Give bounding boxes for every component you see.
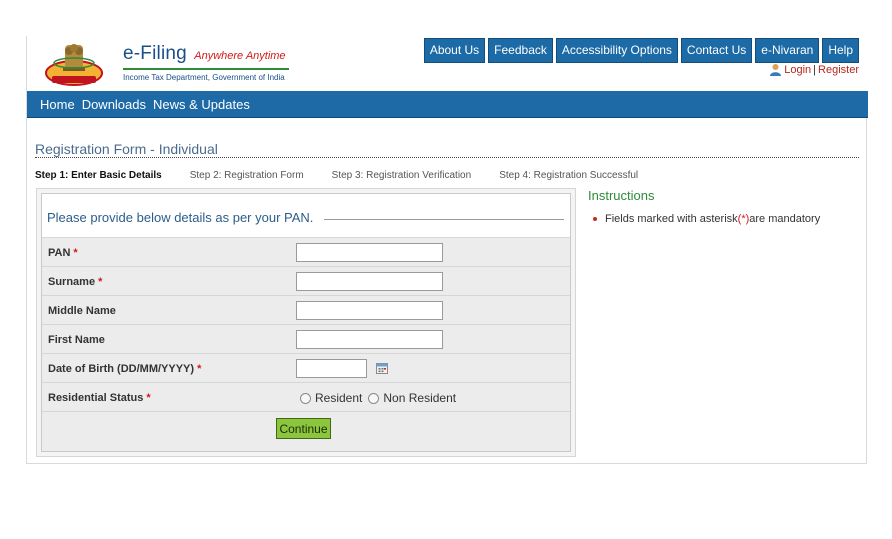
bullet-icon — [593, 217, 597, 221]
title-divider — [35, 157, 859, 158]
top-nav: About Us Feedback Accessibility Options … — [423, 38, 859, 63]
brand-title: e-Filing — [123, 43, 187, 64]
calendar-icon[interactable] — [376, 362, 388, 374]
resident-option[interactable]: Resident — [300, 391, 362, 405]
non-resident-option[interactable]: Non Resident — [368, 391, 456, 405]
form-actions: Continue — [42, 412, 570, 448]
instruction-marker: (*) — [737, 213, 750, 225]
non-resident-label: Non Resident — [383, 391, 457, 405]
top-nav-about-us[interactable]: About Us — [423, 38, 486, 63]
residential-status-label: Residential Status * — [48, 392, 151, 404]
step-3: Step 3: Registration Verification — [331, 170, 472, 181]
dob-label: Date of Birth (DD/MM/YYYY) * — [48, 363, 202, 375]
form-row-residential-status: Residential Status * Resident Non Residen… — [42, 383, 570, 412]
surname-input[interactable] — [296, 272, 443, 291]
account-separator: | — [813, 63, 817, 76]
instruction-text: Fields marked with asterisk — [605, 213, 738, 225]
form-heading-rule — [324, 219, 564, 220]
main-nav-downloads[interactable]: Downloads — [82, 97, 146, 112]
register-link[interactable]: Register — [818, 64, 859, 76]
instructions-item: Fields marked with asterisk (*) are manda… — [593, 213, 820, 225]
brand-rule — [123, 68, 289, 70]
instruction-suffix: are mandatory — [749, 213, 821, 225]
form-heading-text: Please provide below details as per your… — [47, 210, 314, 225]
main-nav-home[interactable]: Home — [40, 97, 75, 112]
top-nav-e-nivaran[interactable]: e-Nivaran — [755, 38, 820, 63]
page-frame: e-Filing Anywhere Anytime Income Tax Dep… — [26, 36, 868, 464]
required-marker: * — [73, 247, 78, 259]
top-nav-feedback[interactable]: Feedback — [488, 38, 553, 63]
step-1: Step 1: Enter Basic Details — [35, 170, 162, 181]
main-nav-news-updates[interactable]: News & Updates — [153, 97, 250, 112]
brand-block: e-Filing Anywhere Anytime Income Tax Dep… — [123, 43, 289, 82]
brand-tagline: Anywhere Anytime — [194, 50, 286, 62]
form-row-middle-name: Middle Name — [42, 296, 570, 325]
form-heading: Please provide below details as per your… — [42, 194, 570, 238]
form-row-pan: PAN * — [42, 238, 570, 267]
required-marker: * — [98, 276, 103, 288]
resident-radio[interactable] — [300, 392, 311, 404]
step-2: Step 2: Registration Form — [189, 170, 304, 181]
site-header: e-Filing Anywhere Anytime Income Tax Dep… — [27, 36, 868, 91]
top-nav-help[interactable]: Help — [822, 38, 859, 63]
middle-name-input[interactable] — [296, 301, 443, 320]
form-row-first-name: First Name — [42, 325, 570, 354]
surname-label: Surname * — [48, 276, 103, 288]
residential-status-options: Resident Non Resident — [300, 391, 462, 405]
resident-label: Resident — [315, 391, 363, 405]
main-nav: Home Downloads News & Updates — [27, 91, 868, 118]
top-nav-contact-us[interactable]: Contact Us — [680, 38, 753, 63]
login-link[interactable]: Login — [784, 64, 811, 76]
step-4: Step 4: Registration Successful — [499, 170, 639, 181]
national-emblem-logo — [45, 44, 103, 86]
account-links: Login | Register — [769, 63, 859, 76]
middle-name-label: Middle Name — [48, 305, 116, 317]
form-row-surname: Surname * — [42, 267, 570, 296]
form-row-dob: Date of Birth (DD/MM/YYYY) * — [42, 354, 570, 383]
registration-form: Please provide below details as per your… — [36, 188, 576, 457]
first-name-label: First Name — [48, 334, 105, 346]
required-marker: * — [197, 363, 202, 375]
form-panel: Please provide below details as per your… — [41, 193, 571, 452]
dob-input[interactable] — [296, 359, 367, 378]
non-resident-radio[interactable] — [368, 392, 380, 404]
top-nav-accessibility-options[interactable]: Accessibility Options — [555, 38, 678, 63]
pan-label: PAN * — [48, 247, 78, 259]
first-name-input[interactable] — [296, 330, 443, 349]
required-marker: * — [146, 392, 151, 404]
page-title: Registration Form - Individual — [35, 141, 218, 157]
pan-input[interactable] — [296, 243, 443, 262]
instructions-title: Instructions — [588, 188, 655, 203]
continue-button[interactable]: Continue — [276, 418, 331, 439]
brand-subtitle: Income Tax Department, Government of Ind… — [123, 73, 285, 82]
user-icon — [770, 64, 782, 76]
registration-steps: Step 1: Enter Basic Details Step 2: Regi… — [35, 170, 666, 181]
